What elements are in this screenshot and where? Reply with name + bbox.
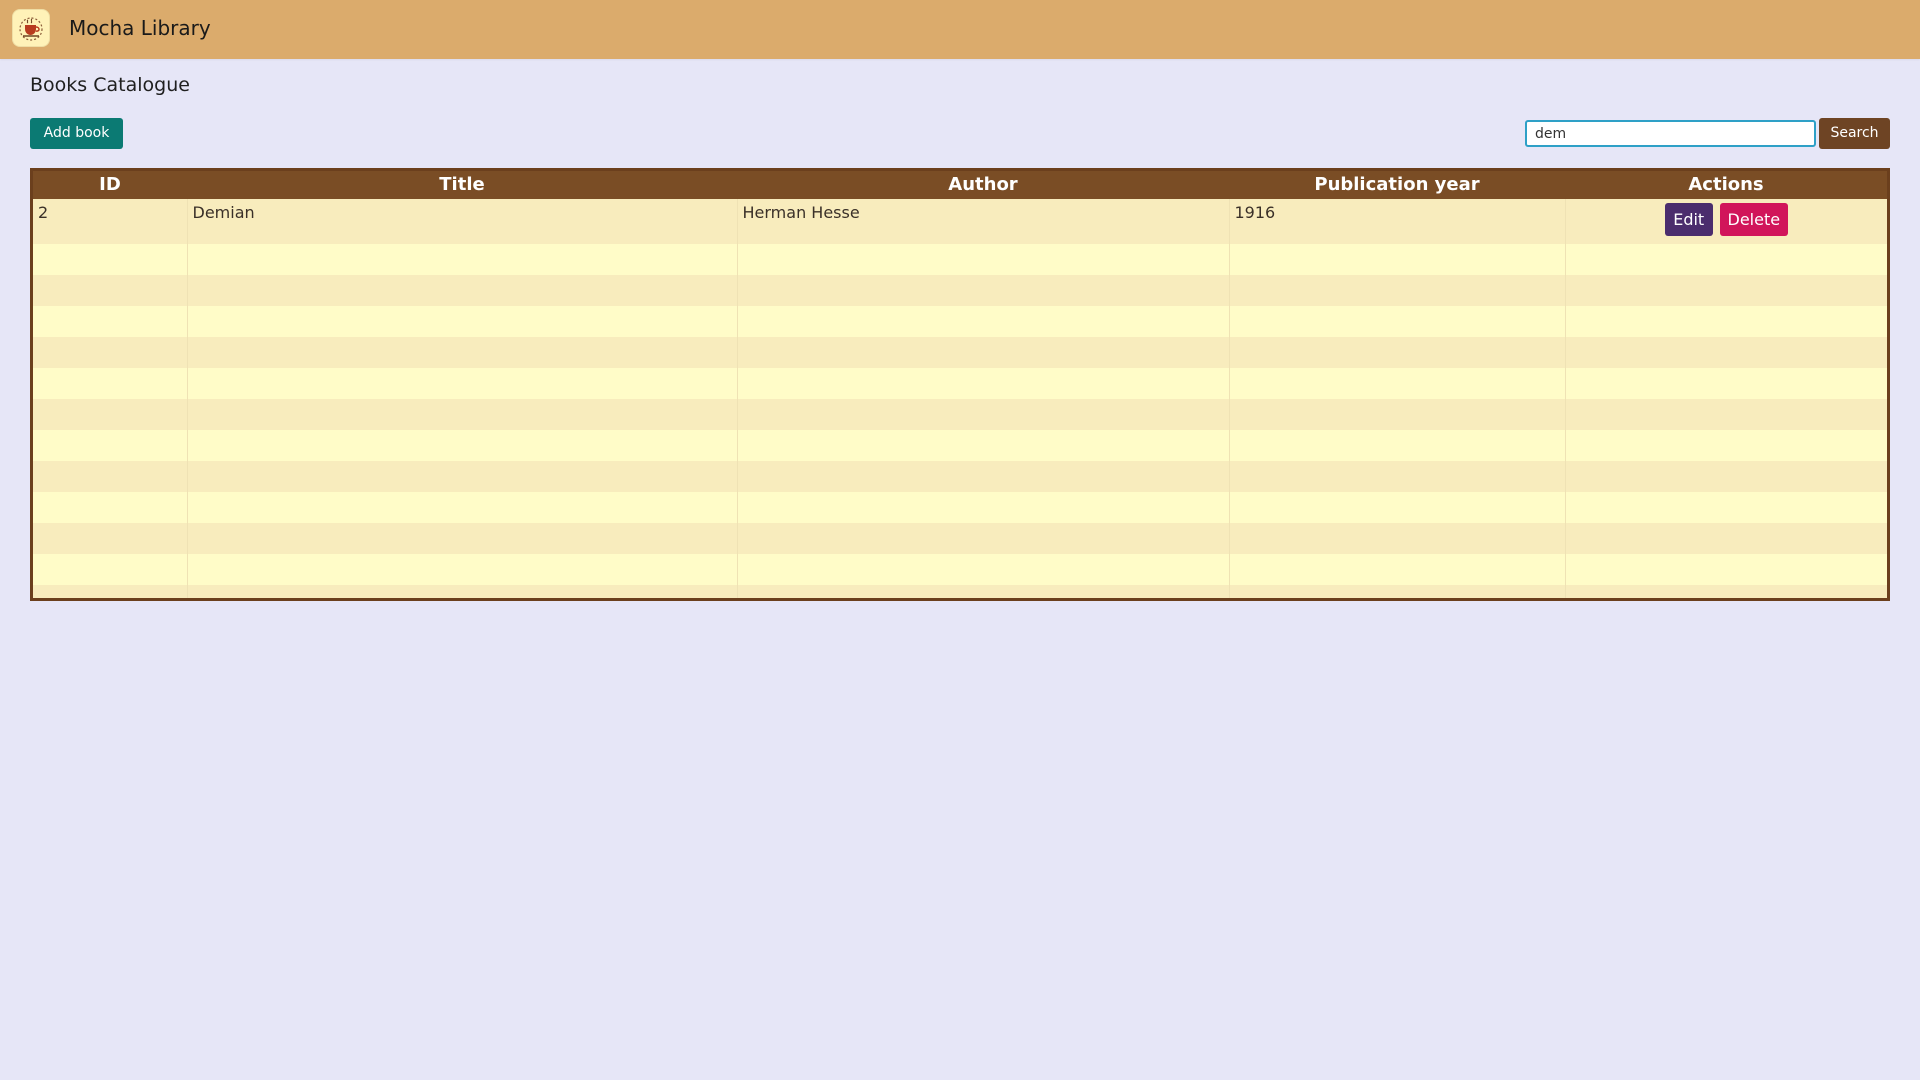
empty-cell (1228, 368, 1565, 399)
empty-table-row (33, 399, 1887, 430)
book-title-cell: Demian (186, 199, 737, 244)
table-row[interactable]: 2 Demian Herman Hesse 1916 Edit Delete (33, 199, 1887, 244)
empty-cell (1564, 306, 1887, 337)
table-header-row: ID Title Author Publication year Actions (33, 171, 1887, 199)
empty-table-row (33, 492, 1887, 523)
empty-cell (33, 275, 187, 306)
empty-cell (1228, 585, 1565, 598)
empty-cell (186, 306, 737, 337)
empty-cell (1228, 523, 1565, 554)
empty-cell (1564, 337, 1887, 368)
empty-cell (186, 368, 737, 399)
empty-cell (736, 523, 1229, 554)
empty-cell (1564, 368, 1887, 399)
column-header-publication-year[interactable]: Publication year (1229, 171, 1565, 199)
empty-cell (1564, 461, 1887, 492)
books-table-body: 2 Demian Herman Hesse 1916 Edit Delete (33, 199, 1887, 598)
empty-cell (1228, 461, 1565, 492)
empty-cell (736, 461, 1229, 492)
empty-cell (1564, 244, 1887, 275)
search-button[interactable]: Search (1819, 118, 1890, 149)
empty-cell (33, 430, 187, 461)
delete-book-button[interactable]: Delete (1719, 203, 1788, 236)
empty-cell (33, 585, 187, 598)
empty-cell (186, 337, 737, 368)
empty-cell (736, 430, 1229, 461)
empty-cell (736, 306, 1229, 337)
empty-cell (186, 399, 737, 430)
empty-table-row (33, 337, 1887, 368)
column-header-id[interactable]: ID (33, 171, 187, 199)
empty-cell (1228, 554, 1565, 585)
empty-cell (33, 461, 187, 492)
empty-cell (33, 244, 187, 275)
column-header-actions: Actions (1688, 174, 1764, 195)
empty-cell (1228, 492, 1565, 523)
empty-cell (186, 585, 737, 598)
empty-table-row (33, 430, 1887, 461)
empty-cell (1564, 399, 1887, 430)
book-publication-year-cell: 1916 (1228, 199, 1565, 244)
empty-table-row (33, 306, 1887, 337)
page-title: Books Catalogue (30, 74, 190, 96)
empty-cell (736, 275, 1229, 306)
app-title: Mocha Library (69, 16, 211, 40)
book-author-cell: Herman Hesse (736, 199, 1229, 244)
book-actions-cell: Edit Delete (1564, 199, 1887, 244)
search-input[interactable] (1525, 120, 1816, 147)
empty-cell (1228, 337, 1565, 368)
empty-table-row (33, 554, 1887, 585)
empty-table-row (33, 244, 1887, 275)
empty-table-row (33, 368, 1887, 399)
empty-cell (186, 461, 737, 492)
empty-cell (33, 399, 187, 430)
coffee-cup-logo-icon (12, 9, 50, 47)
empty-cell (186, 430, 737, 461)
empty-cell (33, 306, 187, 337)
empty-cell (736, 492, 1229, 523)
top-app-bar: Mocha Library (0, 0, 1920, 59)
empty-cell (1564, 523, 1887, 554)
empty-cell (736, 337, 1229, 368)
empty-cell (33, 492, 187, 523)
empty-cell (1564, 585, 1887, 598)
empty-table-row (33, 461, 1887, 492)
column-header-title[interactable]: Title (187, 171, 737, 199)
books-table-container: ID Title Author Publication year Actions… (30, 168, 1890, 601)
empty-cell (33, 554, 187, 585)
empty-cell (1228, 306, 1565, 337)
empty-cell (186, 523, 737, 554)
empty-cell (1564, 492, 1887, 523)
empty-cell (736, 368, 1229, 399)
empty-cell (1228, 275, 1565, 306)
empty-cell (1228, 399, 1565, 430)
empty-cell (1228, 244, 1565, 275)
empty-cell (736, 585, 1229, 598)
empty-cell (1564, 275, 1887, 306)
empty-table-row (33, 585, 1887, 598)
empty-cell (186, 275, 737, 306)
empty-table-row (33, 275, 1887, 306)
empty-cell (736, 399, 1229, 430)
edit-book-button[interactable]: Edit (1664, 203, 1713, 236)
book-id-cell: 2 (38, 203, 49, 222)
empty-cell (736, 554, 1229, 585)
books-table: ID Title Author Publication year Actions… (33, 171, 1887, 598)
empty-cell (33, 523, 187, 554)
empty-cell (736, 244, 1229, 275)
empty-cell (186, 492, 737, 523)
empty-cell (186, 554, 737, 585)
empty-cell (186, 244, 737, 275)
empty-cell (33, 368, 187, 399)
empty-cell (1228, 430, 1565, 461)
add-book-button[interactable]: Add book (30, 118, 123, 149)
column-header-author[interactable]: Author (737, 171, 1229, 199)
empty-cell (1564, 554, 1887, 585)
empty-table-row (33, 523, 1887, 554)
empty-cell (33, 337, 187, 368)
empty-cell (1564, 430, 1887, 461)
